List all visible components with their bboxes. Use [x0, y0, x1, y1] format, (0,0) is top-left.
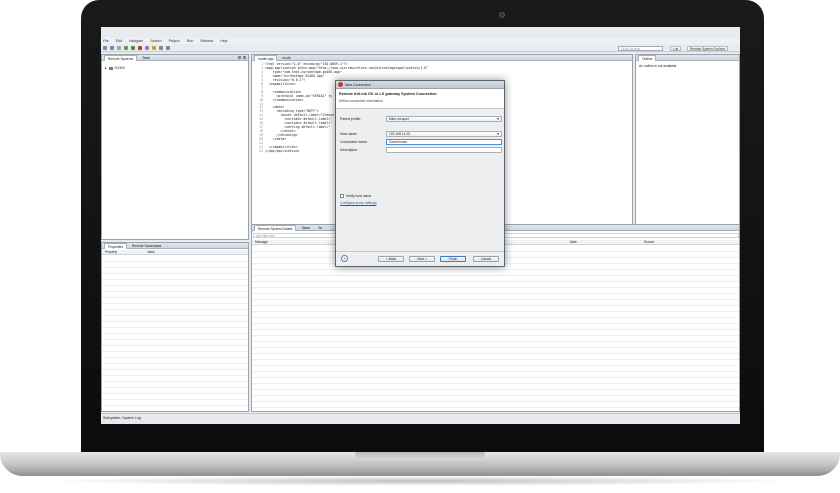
app-logo-icon: [338, 82, 343, 87]
finish-button[interactable]: Finish: [440, 256, 466, 262]
view-controls: [238, 56, 246, 59]
back-arrow-icon[interactable]: [159, 46, 163, 50]
description-field[interactable]: [386, 147, 502, 153]
debug-icon[interactable]: [124, 46, 128, 50]
next-button[interactable]: Next >: [409, 256, 435, 262]
laptop-notch: [355, 452, 485, 460]
maximize-icon[interactable]: [243, 56, 246, 59]
outline-message: An outline is not available.: [639, 64, 678, 68]
connection-name-field[interactable]: Greenhouse: [386, 139, 502, 145]
run-icon[interactable]: [131, 46, 135, 50]
properties-tabbar: Properties Remote Scratchpad: [102, 242, 248, 249]
menu-search[interactable]: Search: [150, 39, 161, 43]
dialog-heading: Remote AirLink GX or LS gateway System C…: [339, 92, 437, 96]
external-tools-icon[interactable]: [138, 46, 142, 50]
tree-item-label: GX400: [114, 66, 125, 70]
task-icon[interactable]: [152, 46, 156, 50]
minimize-icon[interactable]: [238, 56, 241, 59]
tab-mode[interactable]: mode: [279, 55, 293, 61]
tab-outline[interactable]: Outline: [638, 54, 657, 61]
menu-help[interactable]: Help: [220, 39, 227, 43]
column-property: Property: [105, 250, 118, 254]
tab-model-app[interactable]: model.app: [254, 54, 278, 61]
column-source: Source: [644, 240, 655, 244]
dialog-subheading: Define connection information: [339, 99, 383, 103]
cancel-button[interactable]: Cancel: [473, 256, 499, 262]
new-icon[interactable]: [103, 46, 107, 50]
dialog-divider: [336, 251, 504, 252]
code-text: </app:application>: [265, 148, 300, 153]
quick-access-input[interactable]: Quick Access: [618, 46, 663, 51]
laptop-shadow: [40, 476, 800, 486]
perspective-remote-system-explorer[interactable]: Remote System Explorer: [687, 46, 729, 51]
properties-grid: [102, 256, 248, 406]
camera-icon: [499, 12, 505, 18]
outline-panel: Outline An outline is not available.: [635, 54, 740, 240]
menu-project[interactable]: Project: [169, 39, 180, 43]
parent-profile-select[interactable]: Mike-mt-sport: [386, 116, 502, 122]
menu-navigate[interactable]: Navigate: [129, 39, 143, 43]
outline-tabbar: Outline: [636, 54, 739, 61]
perspective-lua[interactable]: Lua: [670, 46, 682, 51]
forward-arrow-icon[interactable]: [166, 46, 170, 50]
menu-run[interactable]: Run: [187, 39, 194, 43]
checkbox-icon[interactable]: [340, 194, 344, 198]
verify-host-checkbox[interactable]: Verify host name: [340, 194, 371, 198]
remote-systems-tabbar: Remote Systems Team: [102, 54, 248, 61]
column-value: Value: [147, 250, 155, 254]
tab-properties[interactable]: Properties: [104, 242, 128, 249]
save-icon[interactable]: [110, 46, 114, 50]
host-name-label: Host name:: [340, 132, 358, 136]
toolbar: Quick Access Lua Remote System Explorer: [101, 45, 740, 52]
new-connection-dialog: New Connection Remote AirLink GX or LS g…: [335, 80, 505, 267]
configure-proxy-link[interactable]: Configure proxy settings: [340, 201, 377, 205]
code-text: </data>: [265, 137, 287, 142]
tab-remote-system-details[interactable]: Remote System Details: [254, 224, 297, 231]
menu-window[interactable]: Window: [200, 39, 213, 43]
code-text: <capabilities>: [265, 81, 296, 86]
host-name-combo[interactable]: 192.168.14.25: [386, 131, 502, 137]
dialog-title: New Connection: [345, 82, 371, 87]
tab-remote-scratchpad[interactable]: Remote Scratchpad: [129, 243, 164, 249]
tab-team[interactable]: Team: [139, 55, 153, 61]
toolbar-icons: [103, 46, 170, 50]
properties-panel: Properties Remote Scratchpad Property Va…: [101, 242, 249, 412]
code-text: </communication>: [265, 97, 304, 102]
log-grid: [252, 246, 739, 410]
column-message: Message: [255, 240, 268, 244]
dialog-banner: Remote AirLink GX or LS gateway System C…: [336, 89, 504, 109]
search-icon[interactable]: [145, 46, 149, 50]
screen: File Edit Navigate Search Project Run Wi…: [101, 27, 740, 424]
device-icon: [108, 66, 113, 70]
dialog-titlebar: New Connection: [336, 81, 504, 89]
menu-file[interactable]: File: [103, 39, 109, 43]
status-bar: Subsystem: System Log: [101, 413, 740, 424]
editor-tabbar: model.app mode: [252, 54, 632, 61]
description-label: Description:: [340, 148, 358, 152]
parent-profile-label: Parent profile:: [340, 117, 362, 121]
expand-arrow-icon[interactable]: ▸: [105, 66, 107, 70]
properties-header: Property Value: [102, 250, 248, 255]
tree-item-gx400[interactable]: ▸ GX400: [105, 66, 125, 70]
menu-edit[interactable]: Edit: [116, 39, 122, 43]
tab-tasks[interactable]: Tasks: [298, 225, 312, 231]
verify-host-label: Verify host name: [346, 194, 372, 198]
remote-systems-panel: Remote Systems Team ▸ GX400: [101, 54, 249, 240]
line-number: 23: [259, 148, 263, 153]
tab-terminal[interactable]: Ter: [315, 225, 326, 231]
help-icon[interactable]: ?: [341, 255, 348, 262]
tab-remote-systems[interactable]: Remote Systems: [104, 54, 138, 61]
back-button[interactable]: < Back: [378, 256, 404, 262]
print-icon[interactable]: [117, 46, 121, 50]
column-date: Date: [570, 240, 577, 244]
connection-name-label: Connection name:: [340, 140, 368, 144]
menu-bar: File Edit Navigate Search Project Run Wi…: [101, 38, 740, 44]
